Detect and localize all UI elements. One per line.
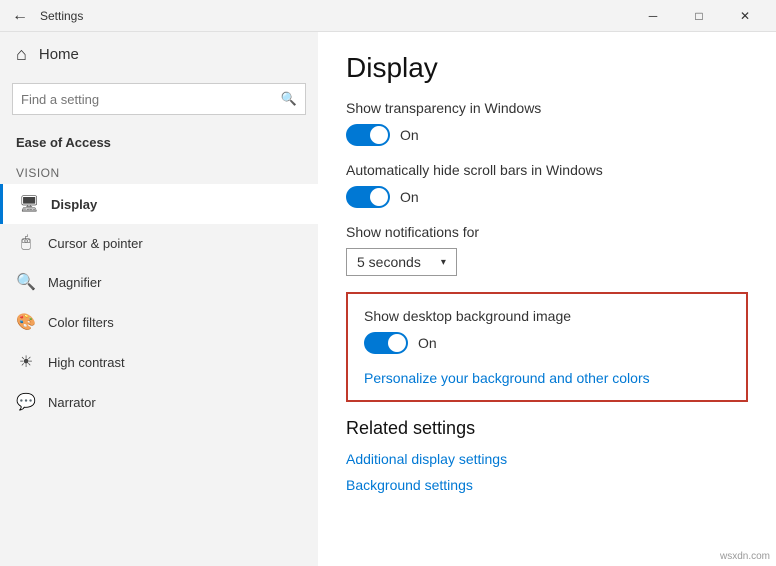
vision-section-label: Vision: [0, 154, 318, 184]
title-bar-title: Settings: [40, 9, 83, 23]
close-button[interactable]: ✕: [722, 0, 768, 32]
ease-of-access-heading: Ease of Access: [0, 127, 318, 154]
chevron-down-icon: ▾: [441, 257, 446, 268]
sidebar-item-display[interactable]: 🖥 Display: [0, 184, 318, 224]
scrollbars-toggle-state: On: [400, 189, 419, 205]
display-icon: 🖥: [19, 194, 39, 214]
main-layout: ⌂ Home 🔍 Ease of Access Vision 🖥 Display…: [0, 32, 776, 566]
sidebar-item-magnifier-label: Magnifier: [48, 275, 101, 290]
sidebar-item-cursor[interactable]: 🖱 Cursor & pointer: [0, 224, 318, 262]
home-label: Home: [39, 46, 79, 63]
scrollbars-label: Automatically hide scroll bars in Window…: [346, 162, 748, 178]
notifications-dropdown[interactable]: 5 seconds ▾: [346, 248, 457, 276]
sidebar-item-highcontrast[interactable]: ☀ High contrast: [0, 342, 318, 382]
notifications-label: Show notifications for: [346, 224, 748, 240]
home-icon: ⌂: [16, 44, 27, 65]
additional-display-settings-link[interactable]: Additional display settings: [346, 451, 748, 467]
colorfilters-icon: 🎨: [16, 312, 36, 332]
maximize-button[interactable]: □: [676, 0, 722, 32]
page-title: Display: [346, 52, 748, 84]
highcontrast-icon: ☀: [16, 352, 36, 372]
desktop-background-box: Show desktop background image On Persona…: [346, 292, 748, 402]
sidebar-item-narrator-label: Narrator: [48, 395, 96, 410]
cursor-icon: 🖱: [16, 234, 36, 252]
sidebar-item-narrator[interactable]: 💬 Narrator: [0, 382, 318, 422]
sidebar-item-cursor-label: Cursor & pointer: [48, 236, 143, 251]
scrollbars-toggle[interactable]: [346, 186, 390, 208]
home-nav-item[interactable]: ⌂ Home: [0, 32, 318, 77]
desktop-background-toggle-state: On: [418, 335, 437, 351]
sidebar-item-colorfilters[interactable]: 🎨 Color filters: [0, 302, 318, 342]
transparency-toggle[interactable]: [346, 124, 390, 146]
personalize-link[interactable]: Personalize your background and other co…: [364, 370, 650, 386]
content-area: Display Show transparency in Windows On …: [318, 32, 776, 566]
window-controls: ─ □ ✕: [630, 0, 768, 32]
sidebar-item-display-label: Display: [51, 197, 97, 212]
desktop-background-toggle-row: On: [364, 332, 730, 354]
magnifier-icon: 🔍: [16, 272, 36, 292]
search-input[interactable]: [21, 92, 281, 107]
transparency-label: Show transparency in Windows: [346, 100, 748, 116]
sidebar-item-magnifier[interactable]: 🔍 Magnifier: [0, 262, 318, 302]
desktop-background-toggle[interactable]: [364, 332, 408, 354]
title-bar: ← Settings ─ □ ✕: [0, 0, 776, 32]
notifications-dropdown-value: 5 seconds: [357, 254, 421, 270]
sidebar-item-highcontrast-label: High contrast: [48, 355, 125, 370]
scrollbars-toggle-row: On: [346, 186, 748, 208]
desktop-background-label: Show desktop background image: [364, 308, 730, 324]
search-box[interactable]: 🔍: [12, 83, 306, 115]
background-settings-link[interactable]: Background settings: [346, 477, 748, 493]
minimize-button[interactable]: ─: [630, 0, 676, 32]
narrator-icon: 💬: [16, 392, 36, 412]
sidebar: ⌂ Home 🔍 Ease of Access Vision 🖥 Display…: [0, 32, 318, 566]
transparency-toggle-row: On: [346, 124, 748, 146]
transparency-toggle-state: On: [400, 127, 419, 143]
sidebar-item-colorfilters-label: Color filters: [48, 315, 114, 330]
related-settings-title: Related settings: [346, 418, 748, 439]
back-button[interactable]: ←: [8, 4, 32, 28]
search-icon: 🔍: [281, 91, 297, 107]
